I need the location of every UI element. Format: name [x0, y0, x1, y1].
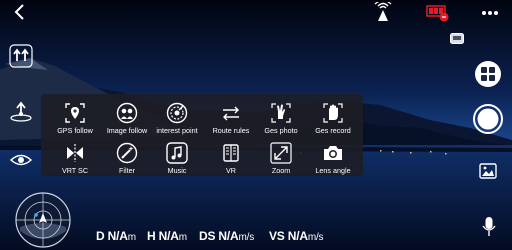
menu-item-label: Lens angle — [315, 166, 351, 175]
telemetry-label: VS — [269, 229, 285, 243]
gps-follow-icon — [65, 103, 85, 123]
vrt-sc-icon — [67, 144, 83, 162]
telemetry-unit: m/s — [307, 232, 324, 243]
menu-item-music[interactable]: Music — [149, 142, 205, 175]
menu-item-label: GPS follow — [57, 126, 93, 135]
battery-icon — [426, 5, 449, 22]
menu-item-gps-follow[interactable]: GPS follow — [47, 102, 103, 135]
menu-item-label: Zoom — [271, 166, 291, 175]
telemetry-value: N/A — [158, 229, 179, 243]
menu-item-ges-record[interactable]: Ges record — [305, 102, 361, 135]
telemetry-value: N/A — [287, 229, 308, 243]
image-follow-icon — [116, 102, 138, 124]
menu-item-label: Image follow — [106, 126, 148, 135]
vr-icon — [223, 144, 239, 162]
gallery-icon[interactable] — [479, 163, 497, 179]
takeoff-landing-icon[interactable] — [9, 44, 33, 68]
filter-icon — [116, 142, 138, 164]
mode-grid-button[interactable] — [474, 60, 502, 88]
telemetry-vertical-speed: VS N/Am/s — [269, 229, 324, 243]
menu-item-filter[interactable]: Filter — [99, 142, 155, 175]
menu-item-vrt-sc[interactable]: VRT SC — [47, 142, 103, 175]
menu-item-route-rules[interactable]: Route rules — [203, 102, 259, 135]
top-bar — [0, 0, 512, 26]
telemetry-horizontal-speed: DS N/Am/s — [199, 229, 254, 243]
telemetry-unit: m/s — [238, 232, 255, 243]
gesture-photo-icon — [271, 103, 291, 123]
telemetry-distance: D N/Am — [96, 229, 136, 243]
menu-item-label: Route rules — [212, 126, 250, 135]
eye-view-icon[interactable] — [9, 148, 33, 172]
signal-tower-icon — [374, 2, 392, 21]
smart-feature-menu: GPS follow Image follow interest point R… — [41, 94, 363, 176]
sd-card-icon — [450, 33, 464, 44]
telemetry-unit: m — [127, 232, 136, 243]
menu-item-ges-photo[interactable]: Ges photo — [253, 102, 309, 135]
route-rules-icon — [223, 106, 239, 121]
menu-item-label: Filter — [119, 166, 135, 175]
radar-compass — [15, 192, 71, 248]
telemetry-value: N/A — [218, 229, 239, 243]
interest-point-icon — [166, 102, 188, 124]
menu-item-label: Ges record — [315, 126, 351, 135]
telemetry-value: N/A — [107, 229, 128, 243]
telemetry-label: D — [96, 229, 105, 243]
menu-item-zoom[interactable]: Zoom — [253, 142, 309, 175]
telemetry-label: H — [147, 229, 156, 243]
return-home-icon[interactable] — [9, 100, 33, 124]
back-arrow-icon[interactable] — [10, 2, 30, 22]
microphone-icon[interactable] — [482, 216, 496, 238]
telemetry-label: DS — [199, 229, 216, 243]
music-icon — [166, 142, 188, 164]
lens-angle-icon — [324, 146, 342, 160]
menu-item-label: Music — [167, 166, 187, 175]
menu-item-label: Ges photo — [264, 126, 298, 135]
menu-item-label: VR — [226, 166, 236, 175]
menu-item-image-follow[interactable]: Image follow — [99, 102, 155, 135]
menu-item-label: interest point — [156, 126, 198, 135]
shutter-button[interactable] — [473, 104, 503, 134]
gesture-record-icon — [323, 103, 343, 123]
telemetry-unit: m — [178, 232, 187, 243]
menu-item-label: VRT SC — [61, 166, 89, 175]
menu-item-lens-angle[interactable]: Lens angle — [305, 142, 361, 175]
menu-item-vr[interactable]: VR — [203, 142, 259, 175]
menu-item-interest-point[interactable]: interest point — [149, 102, 205, 135]
more-options-icon[interactable] — [480, 3, 500, 23]
telemetry-height: H N/Am — [147, 229, 187, 243]
zoom-icon — [270, 142, 292, 164]
